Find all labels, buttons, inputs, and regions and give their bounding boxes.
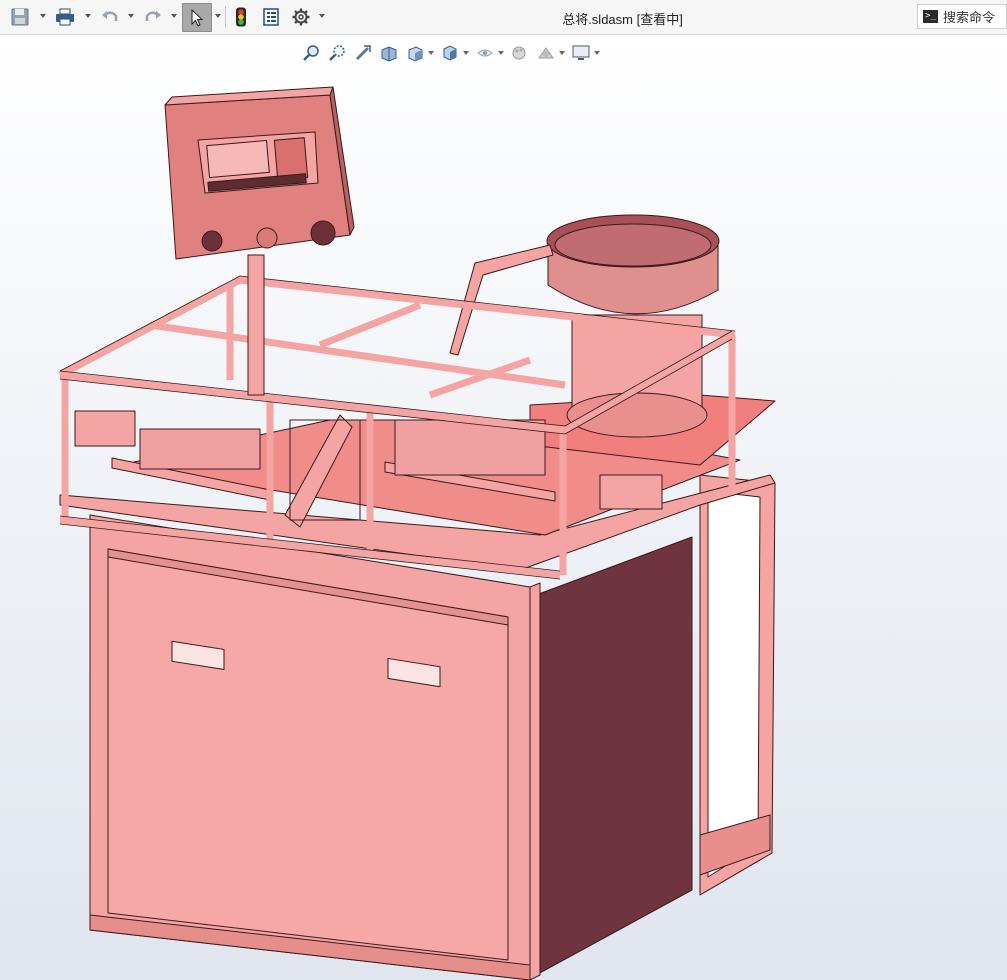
view-orientation-caret[interactable] [428,51,434,55]
feed-chute [449,244,554,356]
view-settings-icon [572,45,590,60]
options-gear-icon [292,8,310,26]
print-icon [56,8,74,26]
cabinet-corner-post [529,582,541,980]
zoom-to-area-icon [329,45,345,61]
section-view-button[interactable] [376,41,402,65]
hide-show-items-button[interactable] [472,41,498,65]
zoom-to-fit-icon [303,45,319,61]
select-button[interactable] [182,3,212,32]
rebuild-button[interactable] [230,5,252,29]
redo-button[interactable] [141,5,165,29]
display-style-button[interactable] [437,41,463,65]
display-style-caret[interactable] [463,51,469,55]
graphics-area[interactable] [0,35,1007,980]
view-settings-button[interactable] [568,41,594,65]
control-box-pole [247,254,265,396]
control-knob-right[interactable] [310,220,336,246]
hmi-display[interactable] [206,139,270,179]
save-icon [11,8,29,26]
hide-show-items-icon [477,49,493,57]
title-bar: 总将.sldasm [查看中] >_ 搜索命令 [0,0,1007,35]
previous-view-button[interactable] [350,41,376,65]
apply-scene-button[interactable] [533,41,559,65]
left-cylinder [74,410,136,447]
undo-dropdown-caret[interactable] [128,14,134,18]
search-commands-label: 搜索命令 [943,10,996,25]
cabinet-right-panel [535,536,693,976]
feeder-bowl-interior [554,223,712,267]
print-dropdown-caret[interactable] [85,14,91,18]
control-knob-middle[interactable] [256,227,278,249]
file-properties-button[interactable] [259,5,283,29]
hide-show-items-caret[interactable] [498,51,504,55]
redo-icon [145,11,161,21]
file-properties-icon [263,8,279,26]
save-dropdown-caret[interactable] [40,14,46,18]
display-style-icon [443,45,457,61]
right-cylinder [599,474,663,510]
save-button[interactable] [8,5,32,29]
command-prompt-icon: >_ [923,10,938,23]
view-orientation-button[interactable] [402,41,428,65]
select-arrow-icon [191,8,204,27]
assembly-model[interactable] [0,35,1007,980]
redo-dropdown-caret[interactable] [171,14,177,18]
left-slide-block [139,428,261,470]
apply-scene-icon [538,47,554,59]
edit-appearance-icon [512,46,526,60]
apply-scene-caret[interactable] [559,51,565,55]
section-view-icon [381,46,397,62]
zoom-to-area-button[interactable] [324,41,350,65]
right-frame-opening [707,490,761,878]
search-commands-box[interactable]: >_ 搜索命令 [917,4,1007,29]
document-title: 总将.sldasm [查看中] [562,12,683,27]
control-knob-left[interactable] [201,230,223,252]
previous-view-icon [355,45,371,61]
edit-appearance-button[interactable] [507,41,533,65]
heads-up-view-toolbar [298,41,603,65]
undo-icon [102,11,118,21]
toolbar-separator [225,6,226,28]
print-button[interactable] [53,5,77,29]
options-button[interactable] [289,5,313,29]
view-orientation-icon [408,46,423,62]
undo-button[interactable] [98,5,122,29]
traffic-light-icon [236,7,246,27]
select-dropdown-caret[interactable] [215,14,221,18]
view-settings-caret[interactable] [594,51,600,55]
options-dropdown-caret[interactable] [319,14,325,18]
zoom-to-fit-button[interactable] [298,41,324,65]
